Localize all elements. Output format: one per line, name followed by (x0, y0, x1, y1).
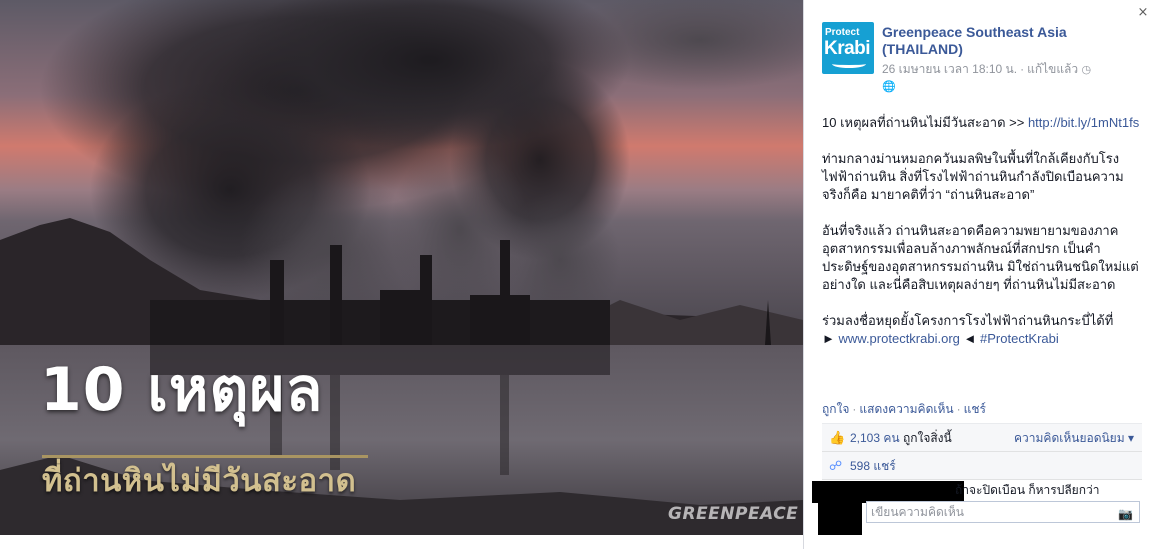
redacted-user-avatar (818, 503, 862, 535)
hashtag-link[interactable]: #ProtectKrabi (980, 331, 1059, 346)
post-photo[interactable]: 10 เหตุผล ที่ถ่านหินไม่มีวันสะอาด GREENP… (0, 0, 803, 535)
edited-link[interactable]: แก้ไขแล้ว (1027, 62, 1078, 76)
truncated-comment: ถ้าจะปิดเบือน ก็หารปลี่ยกว่า (955, 483, 1100, 497)
overlay-title: 10 เหตุผล (40, 355, 324, 425)
feedback-summary: 👍 2,103 คน ถูกใจสิ่งนี้ ความคิดเห็นยอดนิ… (822, 423, 1142, 480)
post-meta: 26 เมษายน เวลา 18:10 น. · แก้ไขแล้ว ◷ 🌐 (882, 62, 1092, 95)
shares-row: ☍ 598 แชร์ (822, 452, 1142, 480)
share-link[interactable]: แชร์ (964, 402, 986, 416)
overlay-divider (42, 455, 368, 458)
short-link[interactable]: http://bit.ly/1mNt1fs (1028, 115, 1139, 130)
post-paragraph-3: อันที่จริงแล้ว ถ่านหินสะอาดคือความพยายาม… (822, 223, 1139, 292)
arrow-left-icon: ◄ (963, 331, 977, 346)
likes-count[interactable]: 2,103 คน (850, 431, 900, 445)
post-actions: ถูกใจ · แสดงความคิดเห็น · แชร์ (822, 402, 986, 416)
camera-icon[interactable]: 📷 (1118, 504, 1133, 524)
greenpeace-watermark: GREENPEACE (668, 504, 799, 524)
photo-viewer: 10 เหตุผล ที่ถ่านหินไม่มีวันสะอาด GREENP… (0, 0, 1158, 549)
redacted-commenter-name (812, 481, 964, 503)
post-p1-text: 10 เหตุผลที่ถ่านหินไม่มีวันสะอาด >> (822, 115, 1028, 130)
post-text: 10 เหตุผลที่ถ่านหินไม่มีวันสะอาด >> http… (822, 114, 1142, 366)
avatar-text-bottom: Krabi (824, 38, 871, 59)
photo-bottom-margin (0, 535, 803, 549)
post-paragraph-4: ร่วมลงชื่อหยุดยั้งโครงการโรงไฟฟ้าถ่านหิน… (822, 312, 1142, 348)
avatar-text-top: Protect (825, 27, 860, 38)
comment-link[interactable]: แสดงความคิดเห็น (859, 402, 953, 416)
clock-icon: ◷ (1081, 64, 1092, 76)
post-timestamp[interactable]: 26 เมษายน เวลา 18:10 น. (882, 62, 1017, 76)
post-panel: × Protect Krabi Greenpeace Southeast Asi… (803, 0, 1158, 549)
globe-icon[interactable]: 🌐 (882, 79, 896, 95)
close-icon[interactable]: × (1136, 6, 1150, 20)
likes-text: ถูกใจสิ่งนี้ (902, 431, 952, 445)
chevron-down-icon: ▾ (1127, 431, 1134, 445)
thumbs-up-icon: 👍 (829, 430, 846, 445)
arrow-right-icon: ► (822, 331, 835, 346)
like-link[interactable]: ถูกใจ (822, 402, 849, 416)
post-p4-text: ร่วมลงชื่อหยุดยั้งโครงการโรงไฟฟ้าถ่านหิน… (822, 313, 1114, 328)
protectkrabi-link[interactable]: www.protectkrabi.org (839, 331, 960, 346)
post-paragraph-2: ท่ามกลางม่านหมอกควันมลพิษในพื้นที่ใกล้เค… (822, 151, 1124, 202)
shares-count[interactable]: 598 แชร์ (850, 459, 896, 473)
page-avatar[interactable]: Protect Krabi (822, 22, 874, 74)
comment-placeholder: เขียนความคิดเห็น (871, 505, 964, 519)
top-comments-label: ความคิดเห็นยอดนิยม (1014, 431, 1125, 445)
share-icon: ☍ (829, 458, 843, 473)
page-name-link[interactable]: Greenpeace Southeast Asia (THAILAND) (882, 24, 1102, 58)
avatar-wave-icon (832, 60, 866, 68)
likes-row: 👍 2,103 คน ถูกใจสิ่งนี้ ความคิดเห็นยอดนิ… (822, 424, 1142, 452)
post-paragraph-1: 10 เหตุผลที่ถ่านหินไม่มีวันสะอาด >> http… (822, 114, 1142, 132)
overlay-subtitle: ที่ถ่านหินไม่มีวันสะอาด (42, 463, 357, 499)
top-comments-dropdown[interactable]: ความคิดเห็นยอดนิยม ▾ (1014, 424, 1134, 452)
comment-input[interactable]: เขียนความคิดเห็น 📷 (866, 501, 1140, 523)
